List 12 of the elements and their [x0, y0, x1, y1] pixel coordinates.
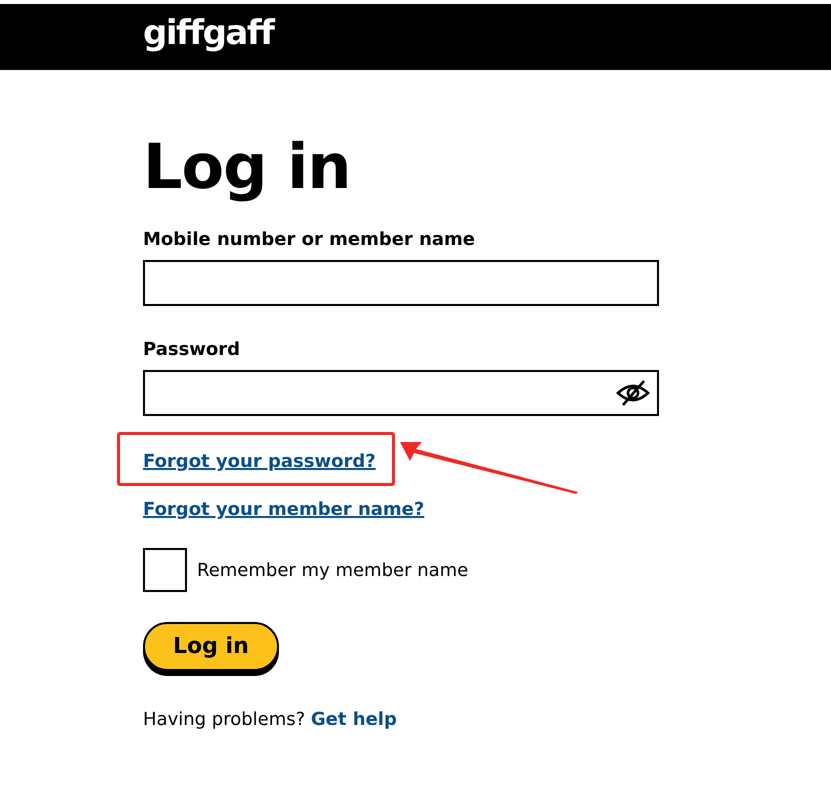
- input-field[interactable]: [143, 370, 659, 416]
- input-field[interactable]: [143, 260, 659, 306]
- field-label: Password: [143, 338, 242, 362]
- logo[interactable]: giffgaff: [143, 16, 274, 50]
- hidden-eye-icon[interactable]: [615, 378, 651, 408]
- checkbox[interactable]: [143, 548, 187, 592]
- help-text: Having problems? Get help: [143, 709, 398, 730]
- link[interactable]: Forgot your password?: [143, 451, 376, 472]
- field-label: Mobile number or member name: [143, 228, 476, 252]
- link[interactable]: Forgot your member name?: [143, 499, 424, 520]
- checkbox-label: Remember my member name: [197, 560, 468, 580]
- help-link[interactable]: Get help: [310, 709, 397, 730]
